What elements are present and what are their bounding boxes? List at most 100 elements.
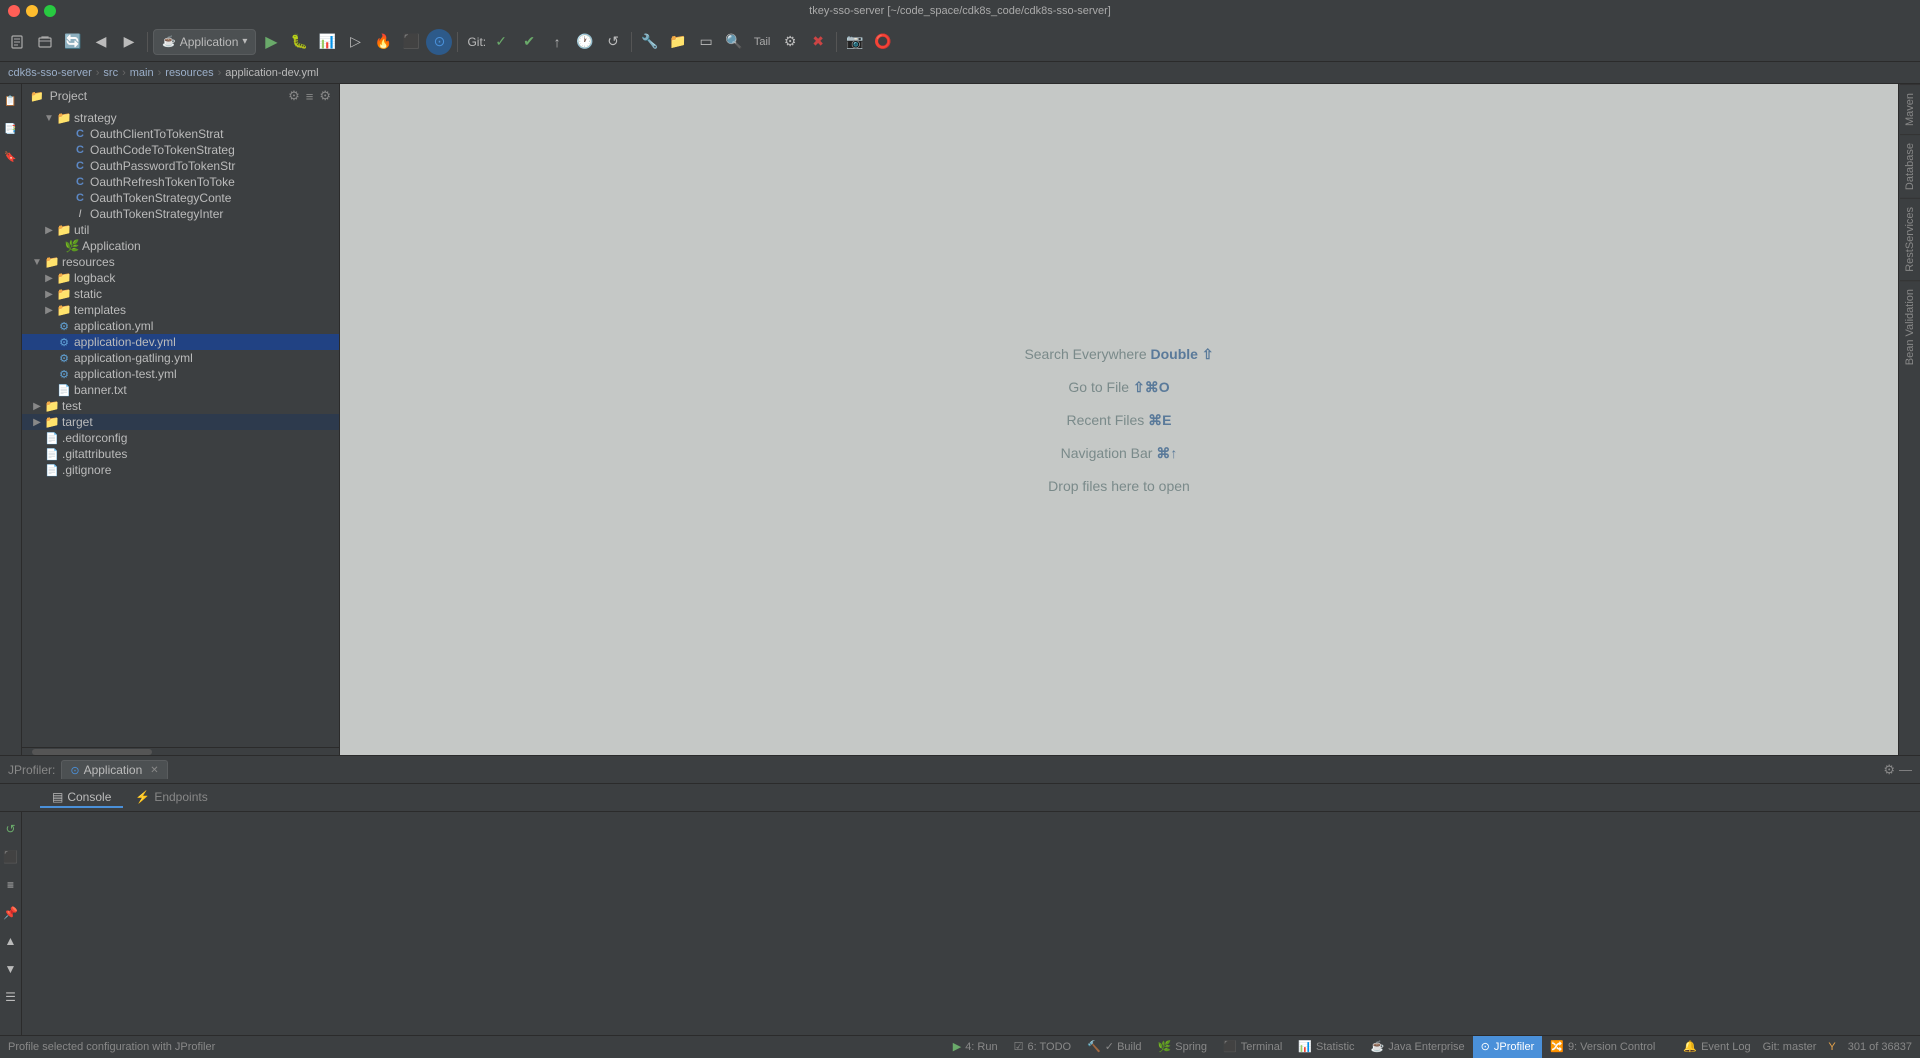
screenshot-btn[interactable]: 📷 [842,29,868,55]
event-log-btn[interactable]: 🔔 Event Log [1683,1040,1750,1053]
stop-btn[interactable]: ⬛ [398,29,424,55]
run-btn[interactable]: ▶ [258,29,284,55]
git-rollback-btn[interactable]: ↺ [600,29,626,55]
window-title: tkey-sso-server [~/code_space/cdk8s_code… [809,5,1111,17]
right-tab-maven[interactable]: Maven [1900,84,1920,134]
close-button[interactable] [8,5,20,17]
split-btn[interactable]: ▭ [693,29,719,55]
tree-item-application-yml[interactable]: ⚙ application.yml [22,318,339,334]
status-tab-terminal[interactable]: ⬛ Terminal [1215,1036,1290,1058]
jprofiler-btn[interactable]: ⊙ [426,29,452,55]
bottom-action-up[interactable]: ▲ [0,928,24,954]
git-update-btn[interactable]: ✓ [488,29,514,55]
forward-btn[interactable]: ▶ [116,29,142,55]
file-btn[interactable] [4,29,30,55]
tree-item-target[interactable]: ▶ 📁 target [22,414,339,430]
tab-endpoints[interactable]: ⚡ Endpoints [123,788,219,808]
status-tab-spring[interactable]: 🌿 Spring [1150,1036,1216,1058]
refresh-btn[interactable]: 🔄 [60,29,86,55]
bottom-action-layout[interactable]: ≡ [0,872,24,898]
status-tab-java-enterprise[interactable]: ☕ Java Enterprise [1363,1036,1473,1058]
minimize-button[interactable] [26,5,38,17]
run-icon: ▶ [953,1040,961,1053]
gitignore-icon: 📄 [44,464,60,477]
git-branch-indicator[interactable]: Git: master [1763,1041,1817,1053]
tab-console[interactable]: ▤ Console [40,788,123,808]
left-sidebar-project-btn[interactable]: 📋 [0,88,24,114]
tree-item-OauthTokenStrategyConte[interactable]: C OauthTokenStrategyConte [22,190,339,206]
status-tab-version-control[interactable]: 🔀 9: Version Control [1542,1036,1663,1058]
status-tab-run[interactable]: ▶ 4: Run [945,1036,1006,1058]
jprofiler-tab-icon: ⊙ [70,764,79,777]
bottom-main-content [22,812,1920,1035]
tree-item-logback[interactable]: ▶ 📁 logback [22,270,339,286]
open-btn[interactable] [32,29,58,55]
project-settings-btn[interactable]: ⚙ [288,88,300,104]
breadcrumb-src[interactable]: src [103,67,118,79]
separator-4 [836,32,837,52]
bottom-action-down[interactable]: ▼ [0,956,24,982]
git-commit-btn[interactable]: ✔ [516,29,542,55]
tree-item-OauthRefreshTokenToToke[interactable]: C OauthRefreshTokenToToke [22,174,339,190]
tree-item-application-gatling-yml[interactable]: ⚙ application-gatling.yml [22,350,339,366]
maximize-button[interactable] [44,5,56,17]
tree-item-gitattributes[interactable]: 📄 .gitattributes [22,446,339,462]
git-push-btn[interactable]: ↑ [544,29,570,55]
tree-arrow-resources: ▼ [30,257,44,268]
tree-item-OauthPasswordToTokenStr[interactable]: C OauthPasswordToTokenStr [22,158,339,174]
right-tab-rest-services[interactable]: RestServices [1900,198,1920,280]
jprofiler-tab-close[interactable]: ✕ [150,765,158,776]
tree-item-strategy[interactable]: ▼ 📁 strategy [22,110,339,126]
bottom-action-list[interactable]: ☰ [0,984,24,1010]
tree-item-application-dev-yml[interactable]: ⚙ application-dev.yml [22,334,339,350]
bottom-action-pin[interactable]: 📌 [0,900,24,926]
breadcrumb-resources[interactable]: resources [165,67,213,79]
breadcrumb-main[interactable]: main [130,67,154,79]
left-sidebar-structure-btn[interactable]: 📑 [0,116,24,142]
project-collapse-btn[interactable]: ≡ [306,89,314,104]
tree-item-templates[interactable]: ▶ 📁 templates [22,302,339,318]
tree-item-OauthClientToTokenStrat[interactable]: C OauthClientToTokenStrat [22,126,339,142]
tree-item-application[interactable]: 🌿 Application [22,238,339,254]
project-options-btn[interactable]: ⚙ [319,88,331,104]
panel-minimize-btn[interactable]: — [1899,762,1912,777]
left-sidebar-bookmark-btn[interactable]: 🔖 [0,144,24,170]
jprofiler-tab[interactable]: ⊙ Application ✕ [61,760,167,779]
tree-item-util[interactable]: ▶ 📁 util [22,222,339,238]
profile-btn[interactable]: ▷ [342,29,368,55]
status-tab-statistic[interactable]: 📊 Statistic [1290,1036,1362,1058]
tree-item-gitignore[interactable]: 📄 .gitignore [22,462,339,478]
search-btn[interactable]: 🔍 [721,29,747,55]
tail-stop-btn[interactable]: ✖ [805,29,831,55]
project-structure-btn[interactable]: 📁 [665,29,691,55]
status-tab-jprofiler[interactable]: ⊙ JProfiler [1473,1036,1543,1058]
back-btn[interactable]: ◀ [88,29,114,55]
bottom-action-restart[interactable]: ↺ [0,816,24,842]
debug-btn[interactable]: 🐛 [286,29,312,55]
tree-item-static[interactable]: ▶ 📁 static [22,286,339,302]
tail-btn[interactable]: Tail [749,29,775,55]
run-config-selector[interactable]: ☕ Application ▾ [153,29,256,55]
tree-item-resources[interactable]: ▼ 📁 resources [22,254,339,270]
git-history-btn[interactable]: 🕐 [572,29,598,55]
settings-btn[interactable]: 🔧 [637,29,663,55]
tree-item-OauthCodeToTokenStrateg[interactable]: C OauthCodeToTokenStrateg [22,142,339,158]
tail-settings-btn[interactable]: ⚙ [777,29,803,55]
tree-item-editorconfig[interactable]: 📄 .editorconfig [22,430,339,446]
right-tab-bean-validation[interactable]: Bean Validation [1900,280,1920,373]
status-tab-todo[interactable]: ☑ 6: TODO [1006,1036,1079,1058]
run-with-coverage-btn[interactable]: 📊 [314,29,340,55]
right-tab-database[interactable]: Database [1900,134,1920,198]
horizontal-scrollbar[interactable] [22,747,339,755]
record-btn[interactable]: ⭕ [870,29,896,55]
panel-settings-btn[interactable]: ⚙ [1883,762,1895,778]
tree-item-OauthTokenStrategyInter[interactable]: I OauthTokenStrategyInter [22,206,339,222]
breadcrumb-root[interactable]: cdk8s-sso-server [8,67,92,79]
bottom-action-stop[interactable]: ⬛ [0,844,24,870]
run-fire-btn[interactable]: 🔥 [370,29,396,55]
tree-item-test[interactable]: ▶ 📁 test [22,398,339,414]
tree-item-banner-txt[interactable]: 📄 banner.txt [22,382,339,398]
status-tab-build[interactable]: 🔨 ✓ Build [1079,1036,1149,1058]
line-info[interactable]: 301 of 36837 [1848,1041,1912,1053]
tree-item-application-test-yml[interactable]: ⚙ application-test.yml [22,366,339,382]
